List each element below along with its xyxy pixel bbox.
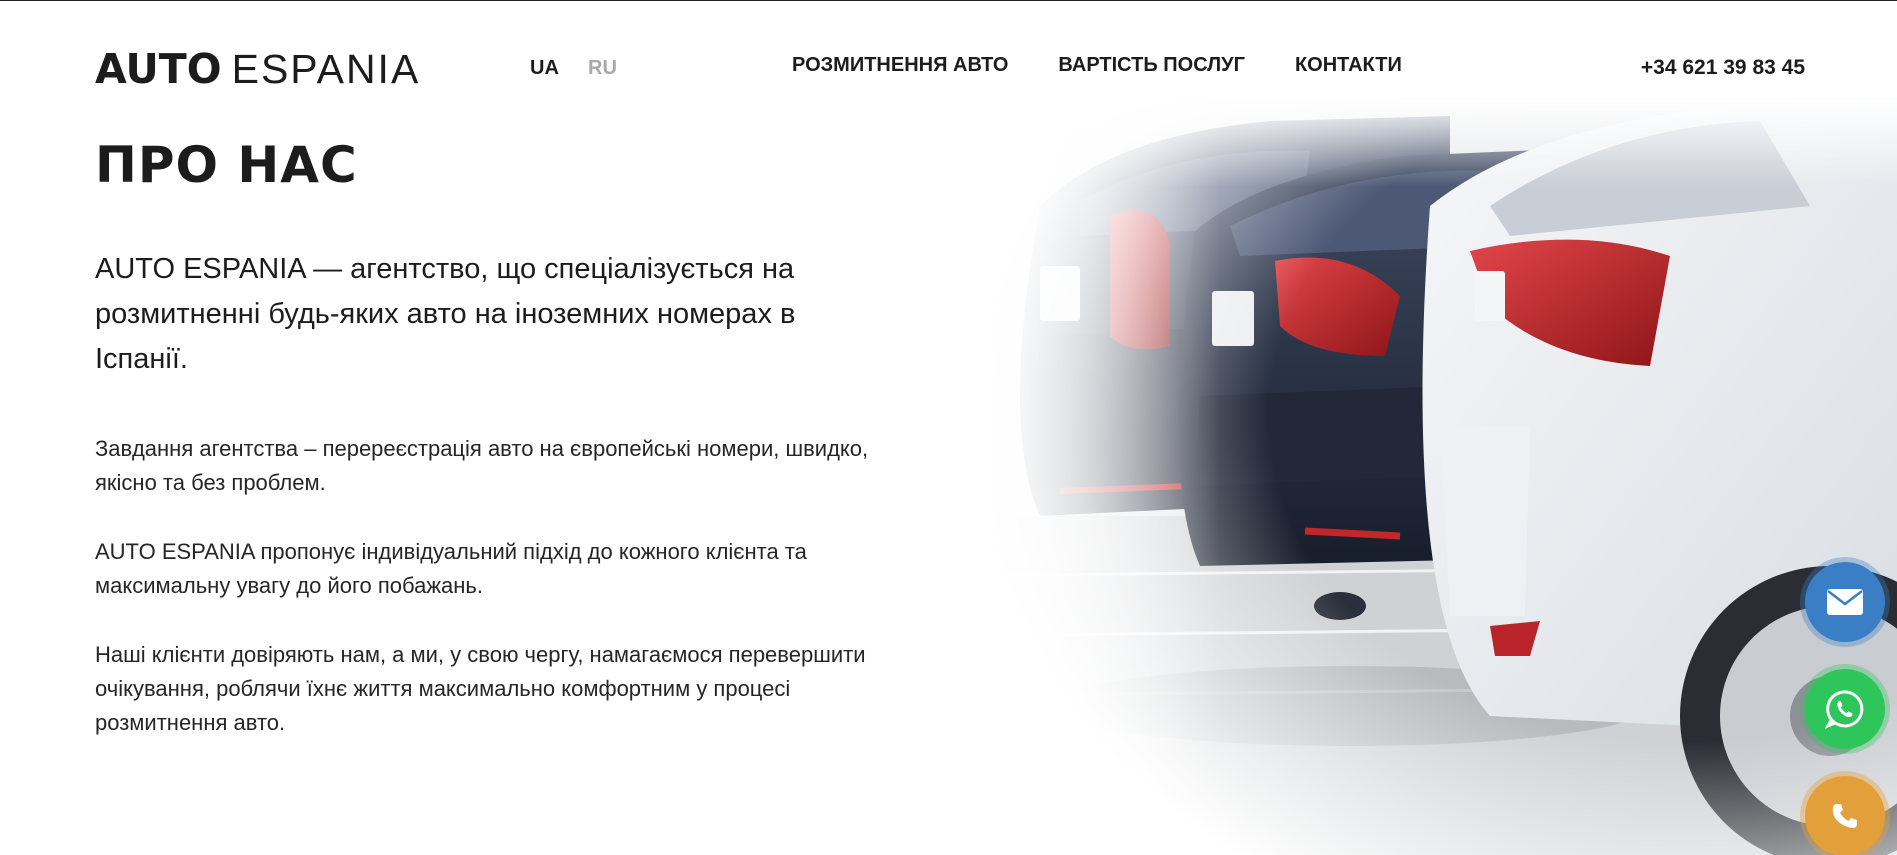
lang-ru[interactable]: RU [588, 56, 617, 80]
logo-bold: AUTO [95, 45, 222, 93]
whatsapp-icon [1825, 690, 1864, 729]
main-nav: РОЗМИТНЕННЯ АВТО ВАРТІСТЬ ПОСЛУГ КОНТАКТ… [792, 53, 1402, 77]
logo-light: ESPANIA [231, 46, 421, 92]
page-title: ПРО НАС [95, 136, 358, 194]
paragraph-2: AUTO ESPANIA пропонує індивідуальний під… [95, 539, 807, 598]
whatsapp-button[interactable] [1805, 669, 1885, 749]
page: AUTO ESPANIA UA RU РОЗМИТНЕННЯ АВТО ВАРТІ… [0, 0, 1897, 855]
nav-contacts[interactable]: КОНТАКТИ [1295, 53, 1402, 77]
paragraph-3: Наші клієнти довіряють нам, а ми, у свою… [95, 642, 866, 735]
nav-customs-clearance[interactable]: РОЗМИТНЕННЯ АВТО [792, 53, 1008, 77]
phone-link[interactable]: +34 621 39 83 45 [1641, 55, 1805, 81]
paragraph-1: Завдання агентства – перереєстрація авто… [95, 436, 869, 495]
email-button[interactable] [1805, 562, 1885, 642]
mail-icon [1827, 589, 1863, 615]
lead-text: AUTO ESPANIA — агентство, що спеціалізує… [95, 253, 796, 375]
lang-ua[interactable]: UA [530, 56, 559, 80]
logo[interactable]: AUTO ESPANIA [95, 45, 420, 93]
nav-services-price[interactable]: ВАРТІСТЬ ПОСЛУГ [1058, 53, 1245, 77]
call-button[interactable] [1805, 776, 1885, 855]
hero-cars-image [930, 96, 1897, 855]
phone-icon [1832, 804, 1857, 828]
